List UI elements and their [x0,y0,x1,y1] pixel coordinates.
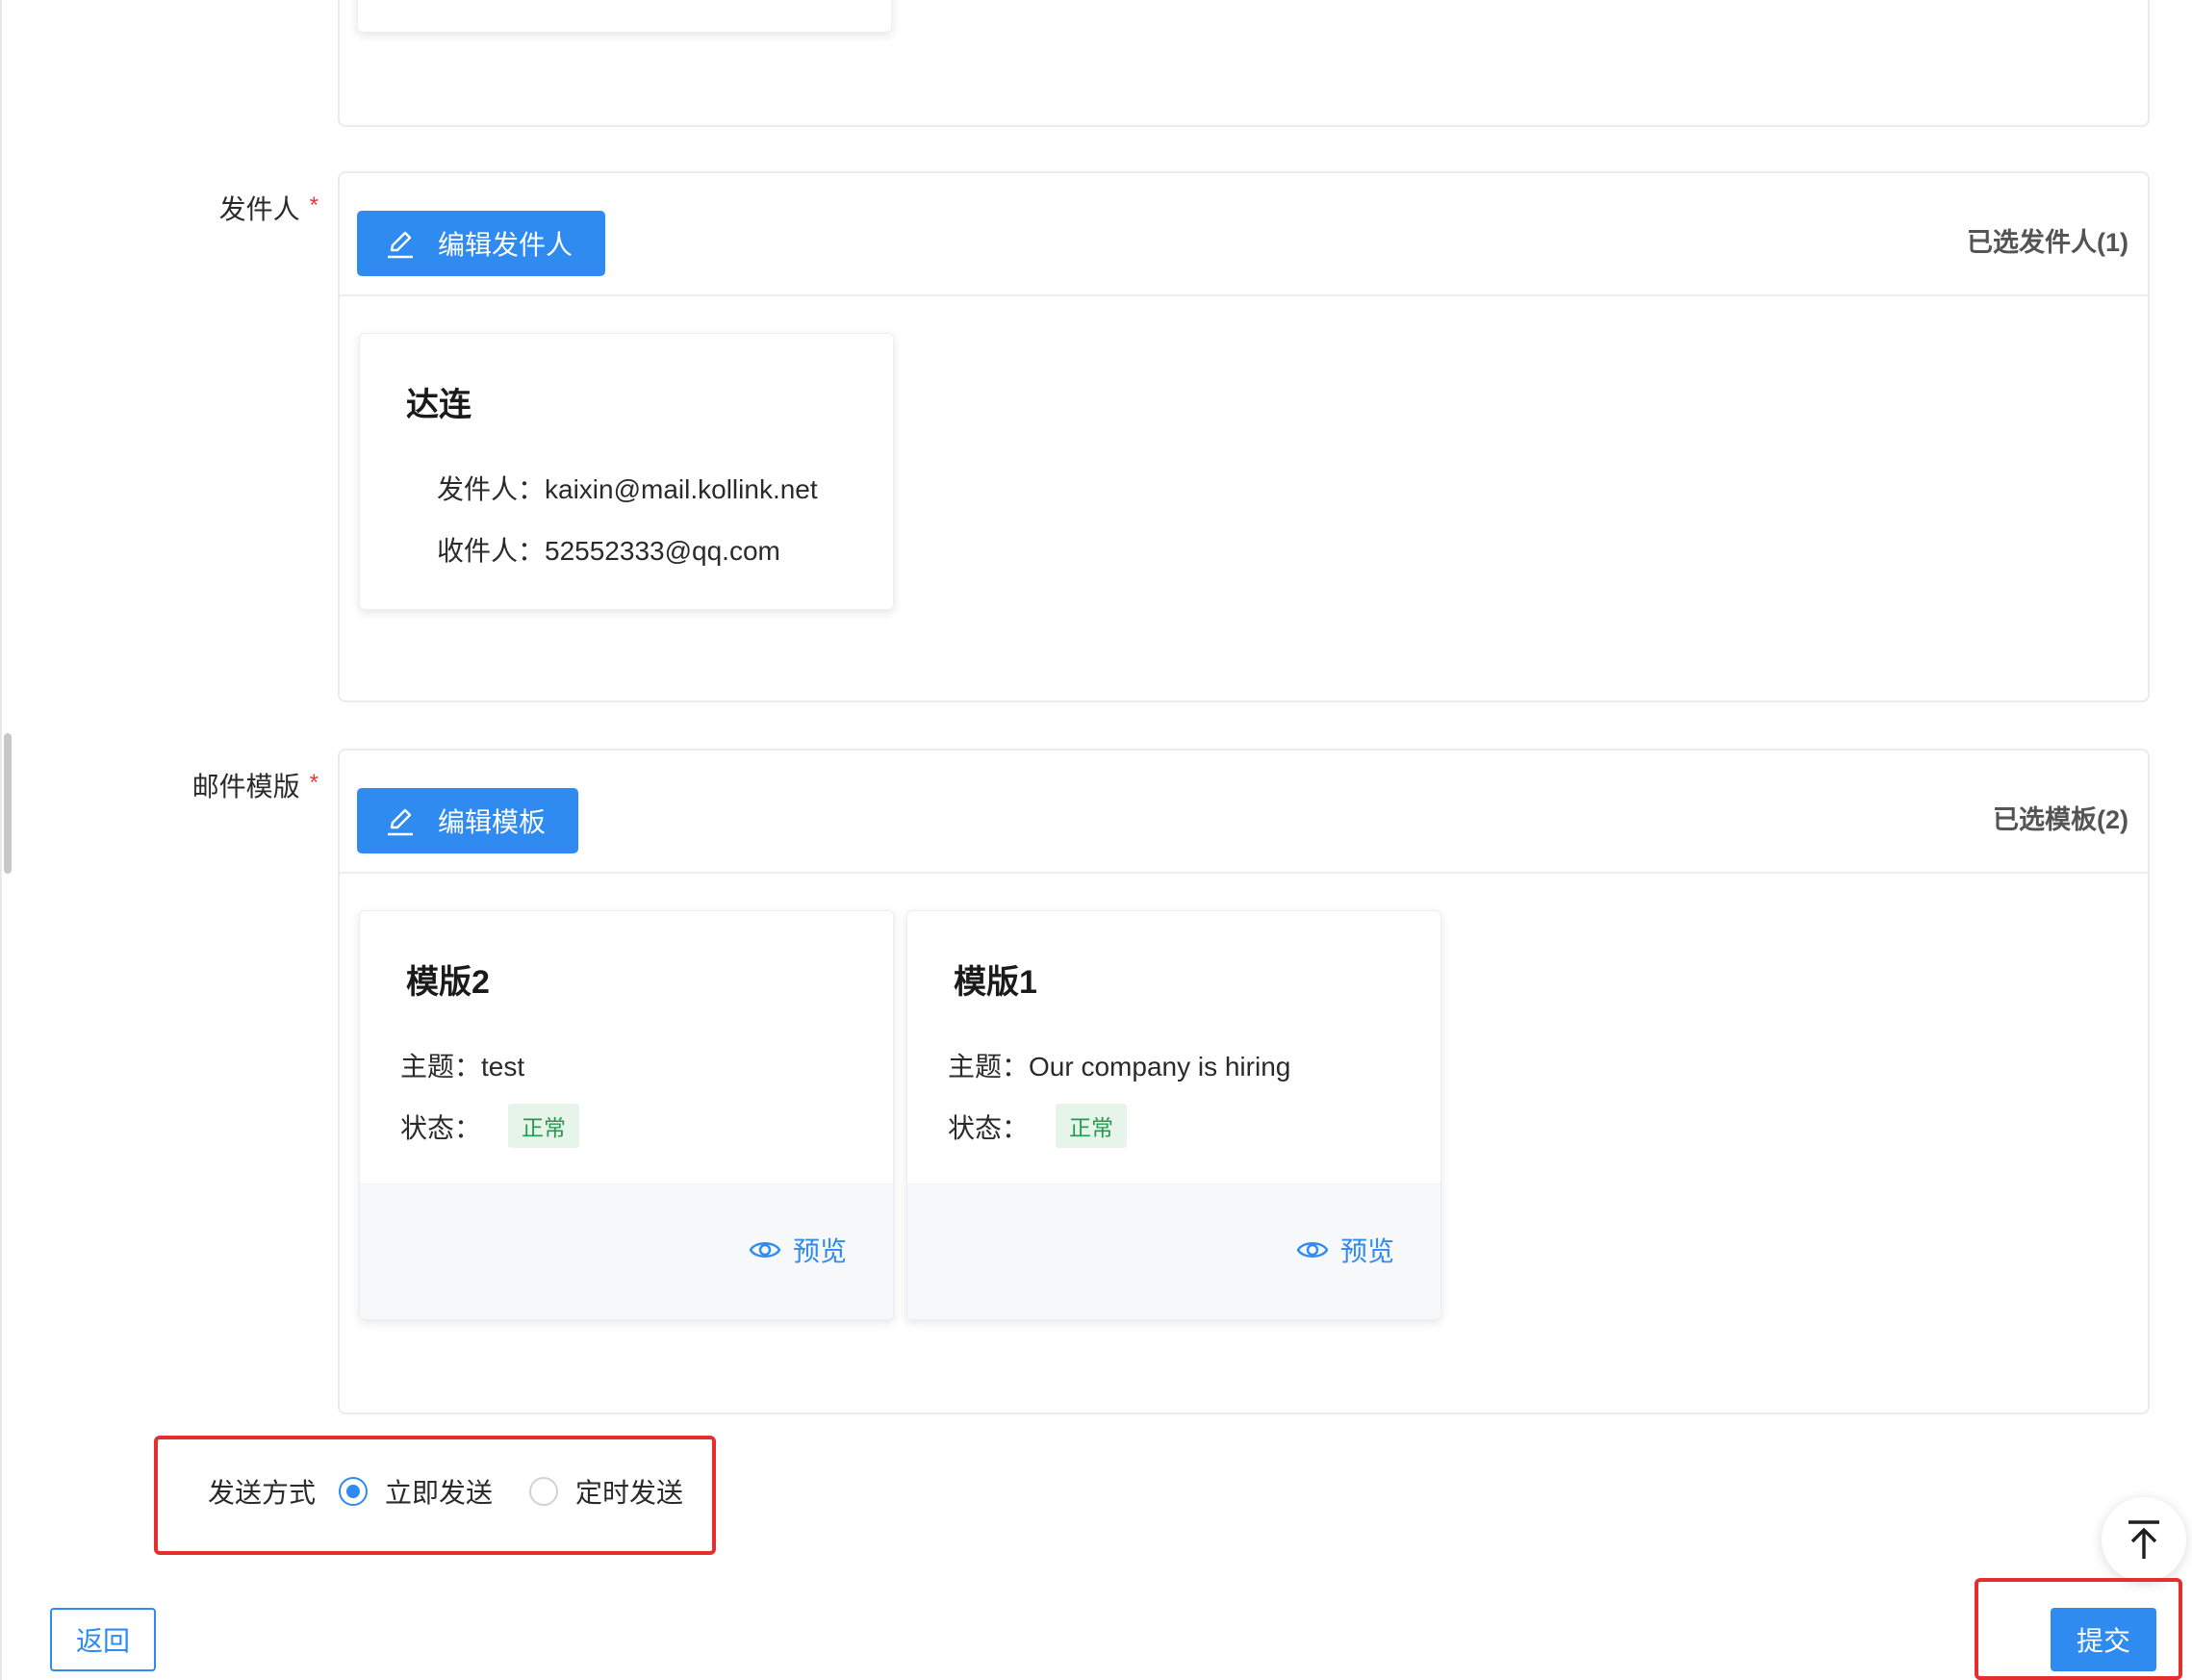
preview-label: 预览 [792,1236,847,1266]
sender-to-value: 52552333@qq.com [545,536,780,566]
template-panel-header: 编辑模板 已选模板(2) [340,751,2148,874]
sender-to-line: 收件人：52552333@qq.com [437,536,780,566]
template-subject-line: 主题：test [400,1052,525,1082]
template-card: 模版1 主题：Our company is hiring 状态： 正常 预览 [906,910,1441,1320]
template-status-line: 状态： 正常 [948,1104,1128,1150]
edit-sender-button[interactable]: 编辑发件人 [357,211,605,276]
scrollbar-thumb[interactable] [4,733,12,874]
template-subject-value: test [481,1052,525,1082]
edit-template-button[interactable]: 编辑模板 [357,788,578,853]
template-card-title: 模版2 [406,964,490,1001]
sender-card-title: 达连 [406,387,472,423]
status-badge: 正常 [1056,1104,1128,1148]
back-button[interactable]: 返回 [50,1608,156,1671]
sender-panel: 编辑发件人 已选发件人(1) 达连 发件人：kaixin@mail.kollin… [338,171,2150,702]
template-label: 邮件模版 * [191,770,319,802]
sender-panel-header: 编辑发件人 已选发件人(1) [340,173,2148,296]
template-card-footer: 预览 [907,1184,1440,1319]
required-mark: * [309,192,319,218]
selected-template-count: 已选模板(2) [1993,805,2128,834]
sender-label: 发件人 * [218,192,319,224]
required-mark: * [309,770,319,796]
back-to-top-icon [2128,1520,2159,1559]
previous-card [357,0,892,33]
edit-sender-label: 编辑发件人 [438,230,573,260]
edit-template-label: 编辑模板 [438,807,547,837]
template-card: 模版2 主题：test 状态： 正常 预览 [359,910,894,1320]
eye-icon [1296,1242,1329,1258]
sender-card: 达连 发件人：kaixin@mail.kollink.net 收件人：52552… [359,333,894,610]
template-panel: 编辑模板 已选模板(2) 模版2 主题：test 状态： 正常 预览 模版1 主题… [338,749,2150,1414]
page-left-border [0,0,2,1680]
template-subject-line: 主题：Our company is hiring [948,1052,1291,1082]
status-badge: 正常 [508,1104,580,1148]
template-card-footer: 预览 [360,1184,893,1319]
preview-button[interactable]: 预览 [1296,1231,1394,1269]
template-status-line: 状态： 正常 [400,1104,580,1150]
template-subject-value: Our company is hiring [1029,1052,1291,1082]
sender-from-line: 发件人：kaixin@mail.kollink.net [437,474,818,504]
edit-icon [388,808,413,836]
preview-button[interactable]: 预览 [749,1231,847,1269]
template-card-title: 模版1 [954,964,1037,1001]
back-to-top-button[interactable] [2102,1497,2186,1582]
previous-section-panel [338,0,2150,127]
eye-icon [749,1242,781,1258]
send-method-highlight-box [154,1436,716,1555]
edit-icon [388,231,413,259]
preview-label: 预览 [1339,1236,1394,1266]
submit-highlight-box [1975,1578,2182,1680]
selected-sender-count: 已选发件人(1) [1967,228,2128,257]
sender-from-value: kaixin@mail.kollink.net [545,474,818,504]
